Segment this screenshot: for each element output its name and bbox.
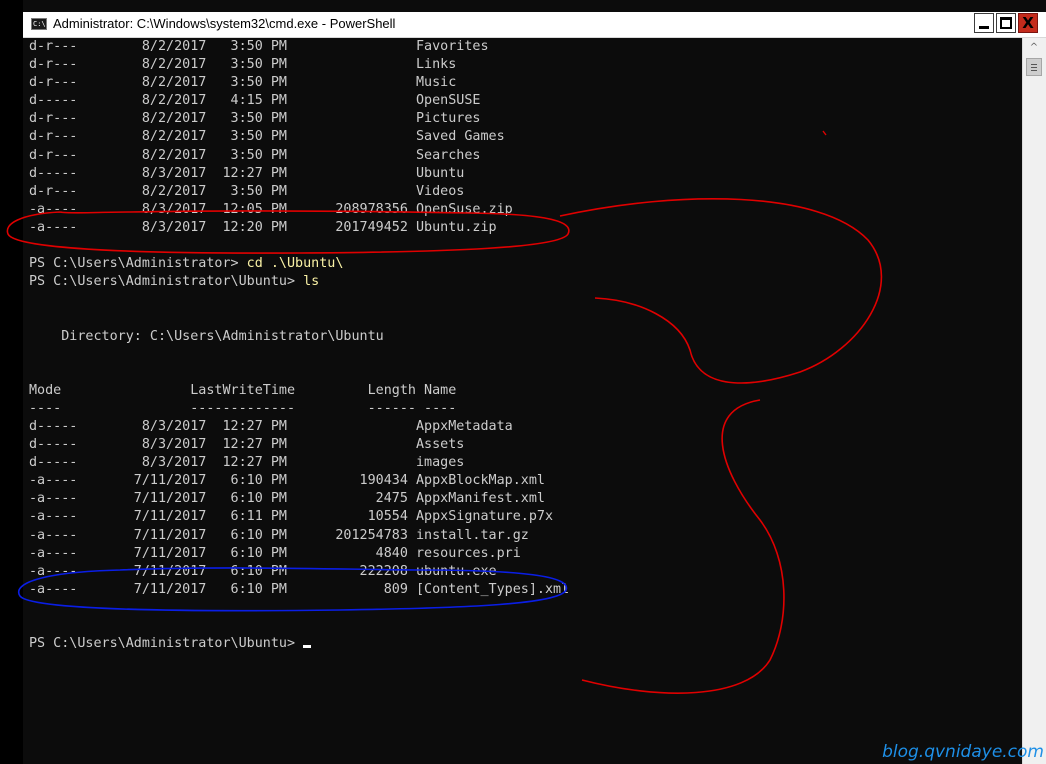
console-line: d----- 8/3/2017 12:27 PM images (29, 455, 465, 471)
console-line: d----- 8/3/2017 12:27 PM AppxMetadata (29, 418, 513, 434)
console-line: d-r--- 8/2/2017 3:50 PM Links (29, 57, 457, 73)
console-line: -a---- 8/3/2017 12:20 PM 201749452 Ubunt… (29, 219, 497, 235)
console-line: d----- 8/2/2017 4:15 PM OpenSUSE (29, 93, 481, 109)
close-button[interactable]: X (1018, 13, 1038, 33)
console-line: -a---- 7/11/2017 6:10 PM 4840 resources.… (29, 545, 521, 561)
minimize-icon (979, 26, 989, 29)
console-line: d-r--- 8/2/2017 3:50 PM Favorites (29, 39, 489, 54)
vertical-scrollbar[interactable]: ^ (1022, 38, 1046, 764)
console-line: -a---- 7/11/2017 6:10 PM 201254783 insta… (29, 527, 529, 543)
prompt-line: PS C:\Users\Administrator\Ubuntu> (29, 635, 569, 653)
scroll-thumb[interactable] (1026, 58, 1042, 76)
console-line: d-r--- 8/2/2017 3:50 PM Searches (29, 147, 481, 163)
console-line: d-r--- 8/2/2017 3:50 PM Videos (29, 183, 465, 199)
console-line: -a---- 7/11/2017 6:10 PM 222208 ubuntu.e… (29, 563, 497, 579)
title-bar[interactable]: C:\ Administrator: C:\Windows\system32\c… (23, 12, 1046, 38)
console-line: -a---- 7/11/2017 6:10 PM 2475 AppxManife… (29, 491, 545, 507)
console-line: Directory: C:\Users\Administrator\Ubuntu (29, 328, 384, 344)
prompt-text: PS C:\Users\Administrator\Ubuntu> (29, 274, 304, 290)
console-line: ---- ------------- ------ ---- (29, 400, 457, 416)
minimize-button[interactable] (974, 13, 994, 33)
console-output[interactable]: d-r--- 8/2/2017 3:50 PM Favorites d-r--- … (23, 38, 1022, 764)
console-line: Mode LastWriteTime Length Name (29, 382, 457, 398)
maximize-button[interactable] (996, 13, 1016, 33)
console-line: d-r--- 8/2/2017 3:50 PM Pictures (29, 111, 481, 127)
command-text: cd .\Ubuntu\ (246, 256, 344, 272)
grip-line (1031, 64, 1037, 65)
console-line: d-r--- 8/2/2017 3:50 PM Music (29, 75, 457, 91)
prompt-line: PS C:\Users\Administrator> cd .\Ubuntu\ (29, 255, 569, 273)
console-line: -a---- 7/11/2017 6:10 PM 190434 AppxBloc… (29, 473, 545, 489)
console-lines: d-r--- 8/2/2017 3:50 PM Favorites d-r--- … (29, 38, 569, 653)
console-line: d-r--- 8/2/2017 3:50 PM Saved Games (29, 129, 505, 145)
desktop-edge (0, 0, 23, 764)
console-line: -a---- 7/11/2017 6:10 PM 809 [Content_Ty… (29, 581, 570, 597)
window-title: Administrator: C:\Windows\system32\cmd.e… (53, 16, 396, 31)
console-line: -a---- 7/11/2017 6:11 PM 10554 AppxSigna… (29, 509, 554, 525)
scroll-up-arrow-icon[interactable]: ^ (1026, 40, 1042, 56)
cmd-icon: C:\ (31, 18, 47, 30)
command-text: ls (303, 274, 320, 290)
maximize-icon (1000, 17, 1012, 29)
grip-line (1031, 67, 1037, 68)
console-line: d----- 8/3/2017 12:27 PM Ubuntu (29, 165, 465, 181)
close-icon: X (1022, 14, 1034, 32)
console-line: d----- 8/3/2017 12:27 PM Assets (29, 437, 465, 453)
console-line: -a---- 8/3/2017 12:05 PM 208978356 OpenS… (29, 201, 513, 217)
prompt-text: PS C:\Users\Administrator\Ubuntu> (29, 636, 304, 652)
prompt-text: PS C:\Users\Administrator> (29, 256, 247, 272)
watermark: blog.qvnidaye.com (882, 742, 1044, 762)
grip-line (1031, 70, 1037, 71)
prompt-line: PS C:\Users\Administrator\Ubuntu> ls (29, 273, 569, 291)
powershell-window: C:\ Administrator: C:\Windows\system32\c… (0, 0, 1046, 764)
text-cursor (303, 645, 312, 649)
